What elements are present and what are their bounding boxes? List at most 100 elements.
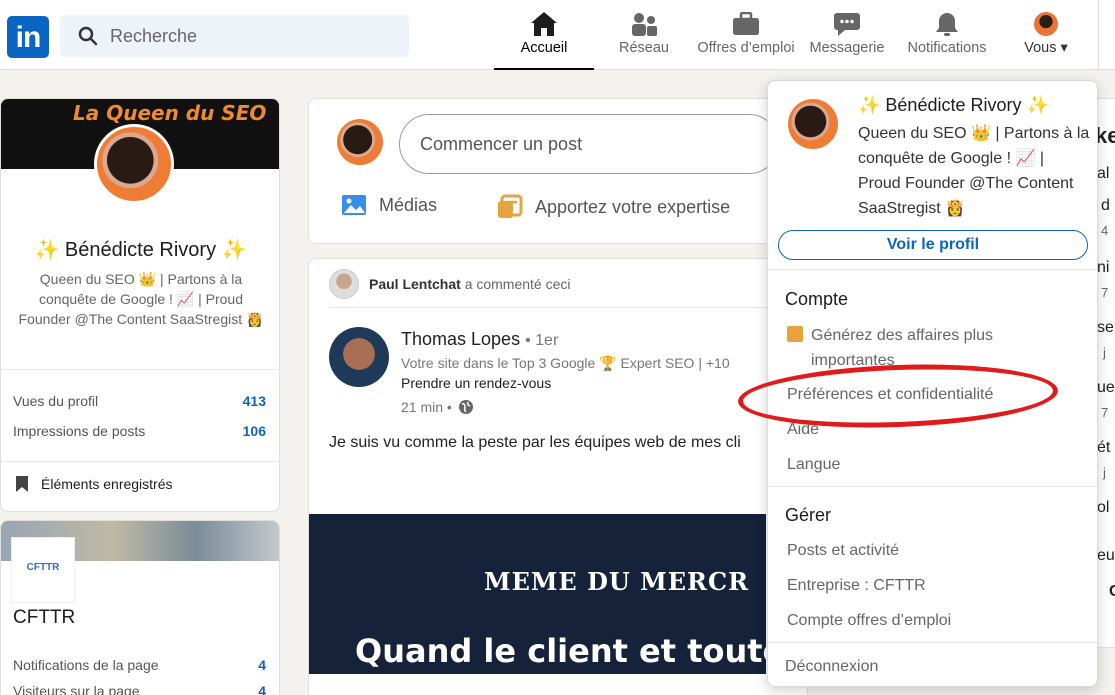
company-stat-notifications[interactable]: Notifications de la page 4 [13, 657, 266, 673]
meme-caption: Quand le client et toute l’équipe [355, 632, 807, 670]
nav-jobs[interactable]: Offres d’emploi [692, 8, 800, 70]
divider [768, 269, 1097, 270]
right-rail-fragment: eu [1097, 547, 1115, 564]
company-card: CFTTR CFTTR Notifications de la page 4 V… [0, 520, 280, 695]
saved-items-label: Éléments enregistrés [41, 476, 173, 492]
post-text: Je suis vu comme la peste par les équipe… [329, 434, 741, 451]
search-input[interactable] [110, 23, 390, 49]
stat-label: Vues du profil [13, 393, 99, 409]
briefcase-icon [692, 8, 800, 40]
media-label: Médias [379, 194, 438, 215]
right-rail-fragment: d [1101, 197, 1110, 214]
saved-items-link[interactable]: Éléments enregistrés [15, 475, 173, 493]
stat-value: 4 [258, 657, 266, 673]
job-posting-account-link[interactable]: Compte offres d’emploi [787, 612, 951, 630]
dropdown-name: ✨ Bénédicte Rivory ✨ [858, 95, 1049, 115]
start-post-button[interactable]: Commencer un post [399, 114, 779, 174]
top-navigation-bar: in Accueil Réseau Offres d’emploi Messag… [0, 0, 1115, 70]
connection-degree: • 1er [525, 332, 559, 349]
manage-section-title: Gérer [785, 505, 832, 525]
right-rail-fragment: al [1097, 165, 1110, 182]
nav-me[interactable]: Vous ▾ [1014, 8, 1078, 70]
avatar [1034, 12, 1058, 36]
message-icon [806, 8, 888, 40]
bell-icon [900, 8, 994, 40]
stat-profile-views[interactable]: Vues du profil 413 [13, 393, 266, 409]
company-name[interactable]: CFTTR [13, 607, 75, 629]
company-page-link[interactable]: Entreprise : CFTTR [787, 577, 926, 595]
linkedin-logo[interactable]: in [7, 16, 49, 58]
profile-card: La Queen du SEO ✨ Bénédicte Rivory ✨ Que… [0, 98, 280, 512]
right-rail-fragment: se [1097, 319, 1114, 336]
author-line: Thomas Lopes • 1er [401, 329, 558, 350]
stat-label: Visiteurs sur la page [13, 683, 140, 695]
premium-upsell-link[interactable]: Générez des affaires plus importantes [787, 323, 1067, 373]
sign-out-link[interactable]: Déconnexion [785, 658, 878, 676]
search-icon [78, 26, 98, 46]
nav-messaging[interactable]: Messagerie [806, 8, 888, 70]
stat-value: 106 [242, 423, 266, 439]
divider [768, 486, 1097, 487]
nav-me-label: Vous [1024, 40, 1057, 56]
view-profile-button[interactable]: Voir le profil [778, 230, 1088, 260]
meme-title: MEME DU MERCR [484, 567, 750, 596]
nav-me-label-row: Vous ▾ [1014, 40, 1078, 56]
divider [1, 461, 279, 462]
article-icon [498, 194, 523, 218]
nav-notifications[interactable]: Notifications [900, 8, 994, 70]
profile-name[interactable]: ✨ Bénédicte Rivory ✨ [1, 237, 279, 262]
nav-network[interactable]: Réseau [612, 8, 676, 70]
composer-avatar [337, 119, 383, 165]
post-image[interactable]: MEME DU MERCR Quand le client et toute l… [309, 514, 807, 674]
dropdown-avatar[interactable] [788, 99, 838, 149]
author-name[interactable]: Thomas Lopes [401, 329, 520, 349]
account-section-title: Compte [785, 289, 849, 309]
dropdown-headline: Queen du SEO 👑 | Partons à la conquête d… [858, 125, 1090, 217]
right-rail-fragment: j [1103, 345, 1106, 360]
profile-photo[interactable] [94, 124, 174, 204]
right-rail-fragment: ni [1097, 259, 1110, 276]
stat-label: Notifications de la page [13, 657, 159, 673]
author-avatar[interactable] [329, 327, 389, 387]
help-link[interactable]: Aide [787, 421, 819, 439]
image-icon [342, 195, 366, 215]
home-icon [494, 8, 594, 40]
book-meeting-link[interactable]: Prendre un rendez-vous [401, 375, 551, 391]
nav-notifications-label: Notifications [907, 40, 987, 56]
language-link[interactable]: Langue [787, 456, 840, 474]
bookmark-icon [16, 476, 28, 492]
stat-post-impressions[interactable]: Impressions de posts 106 [13, 423, 266, 439]
right-rail-fragment: C [1109, 583, 1115, 601]
activity-text: a commenté ceci [464, 276, 571, 292]
caret-down-icon: ▾ [1060, 40, 1068, 56]
activity-header: Paul Lentchat a commenté ceci [329, 269, 571, 299]
banner-text: La Queen du SEO [73, 101, 267, 125]
nav-jobs-label: Offres d’emploi [697, 40, 795, 56]
actor-avatar[interactable] [329, 269, 359, 299]
expertise-action[interactable]: Apportez votre expertise [497, 194, 730, 220]
feed-post: Paul Lentchat a commenté ceci Thomas Lop… [308, 258, 808, 695]
network-icon [612, 8, 676, 40]
actor-name[interactable]: Paul Lentchat [369, 276, 461, 292]
nav-messaging-label: Messagerie [809, 40, 885, 56]
search-box[interactable] [60, 15, 409, 57]
post-composer: Commencer un post Médias Apportez votre … [308, 98, 808, 244]
company-logo[interactable]: CFTTR [11, 537, 75, 603]
media-action[interactable]: Médias [341, 194, 437, 216]
nav-network-label: Réseau [619, 40, 669, 56]
nav-home[interactable]: Accueil [494, 8, 594, 70]
post-time-label: 21 min • [401, 399, 452, 415]
right-rail-fragment: 7 [1101, 405, 1109, 420]
company-stat-visitors[interactable]: Visiteurs sur la page 4 [13, 683, 266, 695]
premium-icon [787, 326, 803, 342]
right-rail-fragment: j [1103, 465, 1106, 480]
stat-value: 413 [242, 393, 266, 409]
right-rail-fragment: ét [1097, 439, 1111, 456]
profile-headline: Queen du SEO 👑 | Partons à la conquête d… [18, 271, 264, 327]
activity-line: Paul Lentchat a commenté ceci [369, 276, 571, 292]
right-rail-fragment: 4 [1101, 223, 1109, 238]
premium-text: Générez des affaires plus importantes [811, 327, 994, 369]
stat-label: Impressions de posts [13, 423, 146, 439]
settings-privacy-link[interactable]: Préférences et confidentialité [787, 386, 993, 404]
posts-activity-link[interactable]: Posts et activité [787, 542, 899, 560]
